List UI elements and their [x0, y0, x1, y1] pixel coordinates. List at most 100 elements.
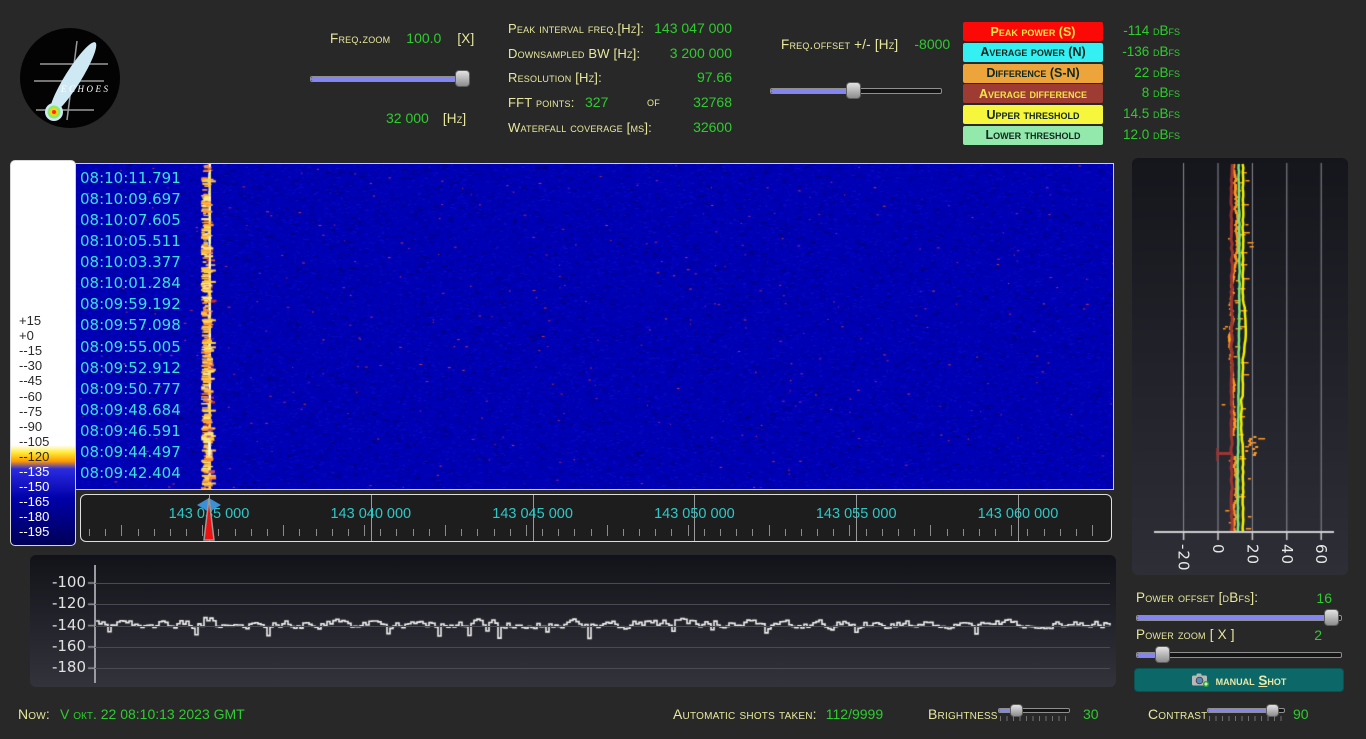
freq-axis-label: 143 060 000 [978, 506, 1059, 522]
freq-axis-label: 143 055 000 [816, 506, 897, 522]
freq-axis-tick [429, 529, 430, 536]
freq-axis-tick [866, 529, 867, 536]
freq-axis-tick [574, 529, 575, 536]
freq-axis-tick [316, 529, 317, 536]
peak-power-button[interactable]: Peak power (S) [963, 22, 1103, 41]
power-history-panel: -200204060 [1132, 158, 1348, 575]
freq-span-unit: [Hz] [443, 111, 467, 126]
freq-axis-tick [930, 525, 931, 536]
average-difference-value: 8 dBfs [1096, 83, 1180, 104]
brightness-label: Brightness [928, 706, 998, 722]
power-zoom-slider[interactable] [1136, 646, 1342, 663]
contrast-value: 90 [1293, 706, 1309, 722]
freq-axis-tick [235, 529, 236, 536]
freq-axis-tick [898, 529, 899, 536]
freq-zoom-slider-handle[interactable] [455, 70, 470, 87]
power-axis-label: -20 [1175, 544, 1193, 572]
freq-axis-tick [396, 529, 397, 536]
db-scale-label: --15 [19, 343, 42, 358]
freq-axis-tick [170, 529, 171, 536]
lower-threshold-button[interactable]: Lower threshold [963, 126, 1103, 145]
lower-threshold-value: 12.0 dBfs [1096, 125, 1180, 146]
freq-zoom-unit: [X] [457, 31, 474, 46]
stat-peak-interval-label: Peak interval freq.[Hz]: [508, 21, 644, 36]
freq-axis-tick [655, 529, 656, 536]
now-value: V окт. 22 08:10:13 2023 GMT [60, 706, 245, 722]
manual-shot-post: hot [1267, 673, 1286, 688]
spectrum-y-label: -160 [34, 637, 86, 655]
spectrum-gridline [95, 604, 1110, 605]
manual-shot-button[interactable]: manual Shot [1134, 668, 1344, 692]
freq-axis-tick [461, 529, 462, 536]
echoes-app: ECHOES Freq.zoom 100.0 [X] 32 000 [Hz] P… [0, 0, 1366, 739]
freq-axis-tick [752, 529, 753, 536]
manual-shot-pre: manual [1216, 673, 1259, 688]
stat-peak-interval-value: 143 047 000 [654, 20, 732, 36]
power-axis-label: 40 [1278, 544, 1296, 565]
stat-downsampled-bw-value: 3 200 000 [670, 45, 732, 61]
freq-axis-tick [979, 529, 980, 536]
stat-resolution-value: 97.66 [697, 69, 732, 85]
measure-buttons: Peak power (S) Average power (N) Differenc… [963, 22, 1103, 147]
camera-icon [1192, 673, 1210, 687]
waterfall-panel: 08:10:11.79108:10:09.69708:10:07.60508:1… [75, 163, 1114, 490]
power-zoom-slider-handle[interactable] [1155, 646, 1170, 663]
waterfall-timestamp: 08:09:48.684 [80, 401, 181, 422]
spectrum-y-label: -180 [34, 658, 86, 676]
average-power-button[interactable]: Average power (N) [963, 43, 1103, 62]
freq-axis-tick [1060, 529, 1061, 536]
stat-downsampled-bw-label: Downsampled BW [Hz]: [508, 46, 640, 61]
freq-offset-slider[interactable] [770, 82, 942, 99]
db-colorbar: +15+0--15--30--45--60--75--90--105--120-… [10, 160, 76, 546]
freq-axis-tick [882, 529, 883, 536]
peak-frequency-marker [198, 497, 220, 541]
waterfall-timestamp: 08:10:07.605 [80, 211, 181, 232]
freq-axis-tick [413, 529, 414, 536]
freq-zoom-label: Freq.zoom [330, 31, 390, 46]
freq-axis-tick [1092, 525, 1093, 536]
power-axis-label: 60 [1312, 544, 1330, 565]
freq-axis-tick [769, 525, 770, 536]
db-scale-label: --45 [19, 373, 42, 388]
spectrum-panel: -100-120-140-160-180 [30, 555, 1116, 687]
power-offset-slider[interactable] [1136, 609, 1342, 626]
shots-value: 112/9999 [826, 706, 883, 722]
db-scale-label: --105 [19, 434, 49, 449]
waterfall-timestamp: 08:10:09.697 [80, 190, 181, 211]
freq-axis-tick [89, 529, 90, 536]
power-offset-slider-handle[interactable] [1324, 609, 1339, 626]
brightness-slider[interactable] [998, 704, 1070, 717]
brightness-value: 30 [1083, 706, 1099, 722]
freq-zoom-slider[interactable] [310, 70, 468, 87]
freq-axis-tick [963, 529, 964, 536]
freq-axis-tick [283, 525, 284, 536]
freq-axis-tick [720, 529, 721, 536]
power-axis-label: 20 [1243, 544, 1261, 565]
difference-button[interactable]: Difference (S-N) [963, 64, 1103, 83]
average-power-value: -136 dBfs [1096, 42, 1180, 63]
db-scale-label: --150 [19, 479, 49, 494]
freq-axis-tick [947, 529, 948, 536]
freq-axis-tick [995, 529, 996, 536]
db-scale-label: --75 [19, 404, 42, 419]
stat-fft-total: 32768 [693, 94, 732, 110]
stat-fft-label: FFT points: [508, 95, 575, 110]
spectrum-gridline [95, 583, 1110, 584]
waterfall-timestamp: 08:09:50.777 [80, 380, 181, 401]
upper-threshold-button[interactable]: Upper threshold [963, 105, 1103, 124]
freq-axis-tick [1076, 529, 1077, 536]
freq-axis-label: 143 045 000 [492, 506, 573, 522]
power-offset-value: 16 [1316, 590, 1332, 606]
freq-axis-tick [671, 529, 672, 536]
freq-zoom-value: 100.0 [406, 30, 441, 46]
freq-axis-tick [380, 529, 381, 536]
freq-axis-tick [105, 529, 106, 536]
freq-axis-tick [445, 525, 446, 536]
freq-offset-slider-handle[interactable] [846, 82, 861, 99]
freq-span-value: 32 000 [386, 110, 429, 126]
freq-axis-tick [299, 529, 300, 536]
average-difference-button[interactable]: Average difference [963, 84, 1103, 103]
contrast-slider[interactable] [1207, 704, 1285, 717]
peak-power-value: -114 dBfs [1096, 21, 1180, 42]
db-scale-label: --60 [19, 389, 42, 404]
